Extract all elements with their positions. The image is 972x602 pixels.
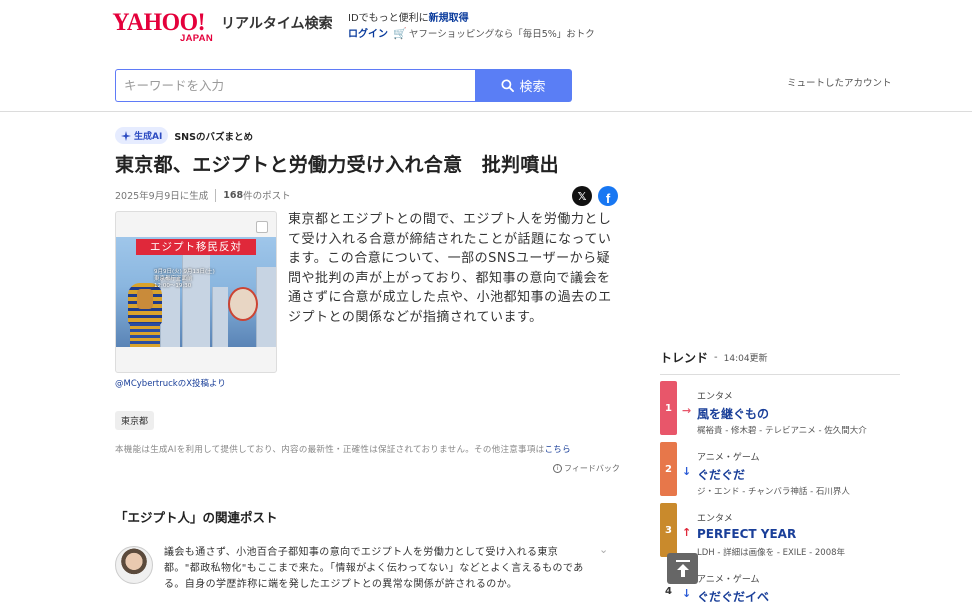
post-count: 168 [223, 189, 244, 201]
trend-rank: 3 [660, 503, 677, 557]
trend-related-words: LDH - 詳細は画像を - EXILE - 2008年 [697, 548, 846, 558]
disclaimer-link[interactable]: こちら [544, 445, 570, 455]
trend-name[interactable]: 風を継ぐもの [697, 405, 769, 422]
trends-divider [660, 374, 900, 375]
trend-item[interactable]: 1 → エンタメ 風を継ぐもの 梶裕貴 - 修木碧 - テレビアニメ - 佐久間… [660, 381, 900, 437]
post-text: 議会も通さず、小池百合子都知事の意向でエジプト人を労働力として受け入れる東京都。… [164, 547, 584, 590]
service-name: リアルタイム検索 [221, 16, 333, 32]
arrow-down-icon: ↓ [682, 587, 692, 600]
section-label: SNSのバズまとめ [174, 131, 253, 143]
trend-category: エンタメ [697, 514, 733, 524]
article-image[interactable]: エジプト移民反対 9月9日(火) 9月13日(土) 東京都庁正面前 12:00〜… [115, 211, 277, 373]
trend-related-words: ジ・エンド - チャンバラ神話 - 石川界人 [697, 487, 850, 497]
trend-rank: 1 [660, 381, 677, 435]
ai-badge: 生成AI [115, 127, 169, 144]
article-meta: 2025年9月9日に生成 168 件のポスト [115, 188, 291, 202]
shopping-promo-link[interactable]: ヤフーショッピングなら「毎日5%」おトク [409, 29, 595, 40]
image-credit-link[interactable]: @MCybertruckのX投稿より [115, 377, 226, 389]
arrow-down-icon: ↓ [682, 465, 692, 478]
search-button[interactable]: 検索 [475, 69, 572, 102]
logo-yahoo-text: YAHOO! [112, 9, 206, 36]
post-count-suffix: 件のポスト [243, 191, 291, 202]
trends-updated: 14:04更新 [723, 354, 768, 364]
multi-image-icon [256, 221, 268, 233]
related-post[interactable]: 議会も通さず、小池百合子都知事の意向でエジプト人を労働力として受け入れる東京都。… [115, 543, 615, 602]
trend-name[interactable]: ぐだぐだ [697, 466, 745, 483]
id-promo-text: IDでもっと便利に [348, 13, 429, 24]
arrow-right-icon: → [682, 404, 692, 417]
related-posts-title: 「エジプト人」の関連ポスト [115, 510, 278, 525]
trend-category: エンタメ [697, 392, 733, 402]
trends-title: トレンド [660, 351, 709, 365]
meta-divider [215, 188, 217, 202]
feedback-link[interactable]: i フィードバック [553, 463, 620, 474]
x-share-icon[interactable]: 𝕏 [572, 186, 592, 206]
article-badges: 生成AI SNSのバズまとめ [115, 127, 253, 144]
trend-rank: 2 [660, 442, 677, 496]
ai-badge-label: 生成AI [134, 132, 163, 142]
generated-date: 2025年9月9日に生成 [115, 191, 209, 202]
trends-separator: - [714, 352, 718, 363]
page-title: 東京都、エジプトと労働力受け入れ合意 批判噴出 [115, 154, 559, 176]
image-banner: エジプト移民反対 [136, 239, 256, 255]
sparkle-icon [121, 130, 131, 141]
trends-header: トレンド - 14:04更新 [660, 349, 768, 366]
trend-related-words: 梶裕貴 - 修木碧 - テレビアニメ - 佐久間大介 [697, 426, 867, 436]
chevron-down-icon[interactable]: ⌄ [599, 543, 608, 556]
image-caption: 9月9日(火) 9月13日(土) 東京都庁正面前 12:00〜19:30 [154, 269, 215, 289]
trend-name[interactable]: ぐだぐだイベ [697, 588, 769, 602]
trend-category: アニメ・ゲーム [697, 453, 760, 463]
trend-item[interactable]: 3 ↑ エンタメ PERFECT YEAR LDH - 詳細は画像を - EXI… [660, 503, 900, 559]
topic-tag[interactable]: 東京都 [115, 411, 155, 430]
ai-disclaimer: 本機能は生成AIを利用して提供しており、内容の最新性・正確性は保証されておりませ… [115, 443, 571, 455]
logo-japan-text: JAPAN [180, 33, 213, 44]
trend-item[interactable]: 2 ↓ アニメ・ゲーム ぐだぐだ ジ・エンド - チャンバラ神話 - 石川界人 [660, 442, 900, 498]
header-links: IDでもっと便利に新規取得 ログイン 🛒 ヤフーショッピングなら「毎日5%」おトク [348, 11, 595, 42]
trend-category: アニメ・ゲーム [697, 575, 760, 585]
info-icon: i [553, 464, 562, 473]
site-header: YAHOO! JAPAN リアルタイム検索 IDでもっと便利に新規取得 ログイン… [0, 0, 972, 112]
yahoo-logo[interactable]: YAHOO! JAPAN リアルタイム検索 [110, 9, 332, 44]
arrow-up-icon [675, 559, 690, 577]
muted-accounts-link[interactable]: ミュートしたアカウント [787, 75, 892, 89]
arrow-up-icon: ↑ [682, 526, 692, 539]
search-button-label: 検索 [519, 80, 546, 95]
protest-photo: エジプト移民反対 9月9日(火) 9月13日(土) 東京都庁正面前 12:00〜… [116, 237, 276, 347]
signup-link[interactable]: 新規取得 [429, 13, 469, 24]
portrait-circle [228, 287, 258, 321]
disclaimer-text: 本機能は生成AIを利用して提供しており、内容の最新性・正確性は保証されておりませ… [115, 445, 545, 455]
feedback-label: フィードバック [564, 464, 620, 473]
article-summary: 東京都とエジプトとの間で、エジプト人を労働力として受け入れる合意が締結されたこと… [288, 212, 612, 325]
scroll-to-top-button[interactable] [667, 553, 698, 584]
avatar[interactable] [115, 546, 153, 584]
trend-name[interactable]: PERFECT YEAR [697, 527, 796, 541]
search-icon [501, 79, 515, 92]
login-link[interactable]: ログイン [348, 29, 388, 40]
cart-icon: 🛒 [393, 27, 407, 40]
search-input[interactable] [115, 69, 476, 102]
facebook-share-icon[interactable]: f [598, 186, 618, 206]
